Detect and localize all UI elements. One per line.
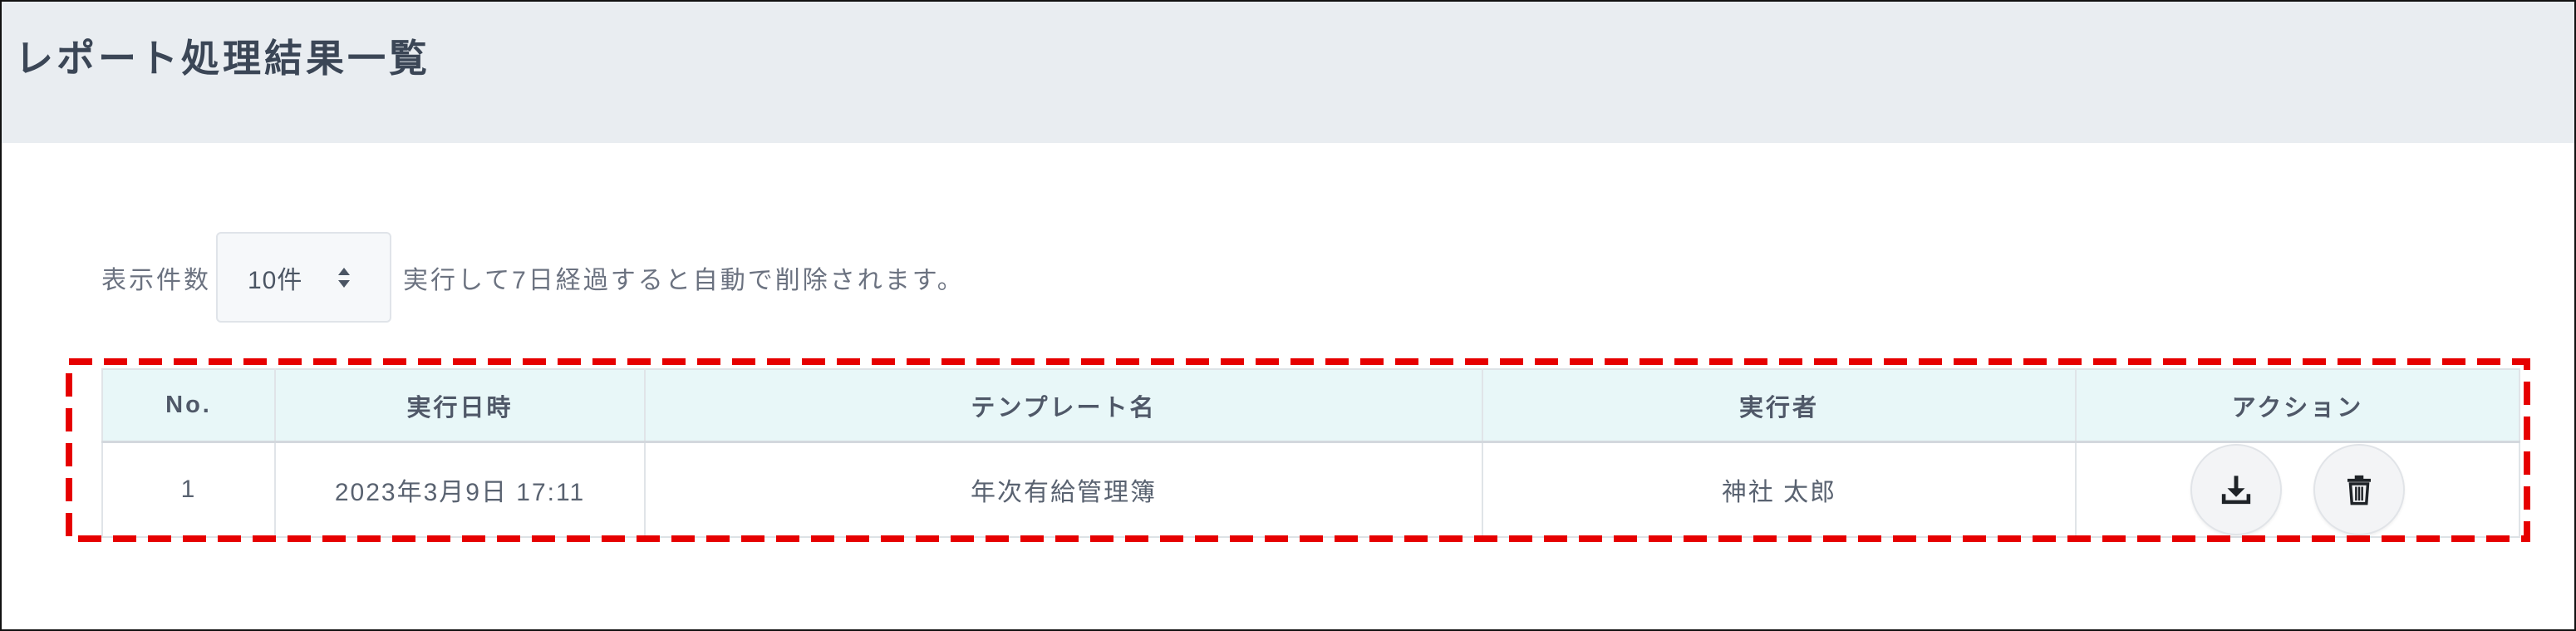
row-actions (2077, 444, 2519, 535)
results-table: No. 実行日時 テンプレート名 実行者 アクション 1 2023年3月9日 1… (101, 368, 2520, 538)
table-row: 1 2023年3月9日 17:11 年次有給管理簿 神社 太郎 (101, 441, 2520, 537)
list-controls: 表示件数 10件 実行して7日経過すると自動で削除されます。 (101, 232, 965, 323)
column-header-actions: アクション (2075, 369, 2520, 443)
cell-executor: 神社 太郎 (1482, 441, 2077, 537)
auto-delete-note: 実行して7日経過すると自動で削除されます。 (403, 266, 965, 294)
table-header: No. 実行日時 テンプレート名 実行者 アクション (101, 369, 2520, 443)
delete-button[interactable] (2313, 444, 2405, 535)
sort-arrows-icon (336, 265, 352, 290)
display-count-value: 10件 (248, 266, 303, 294)
display-count-label: 表示件数 (101, 266, 211, 294)
trash-icon (2342, 472, 2377, 507)
table-header-row: No. 実行日時 テンプレート名 実行者 アクション (101, 369, 2520, 443)
cell-no: 1 (101, 441, 276, 537)
page-header: レポート処理結果一覧 (2, 2, 2574, 143)
column-header-executor: 実行者 (1482, 369, 2077, 443)
cell-executed-at: 2023年3月9日 17:11 (274, 441, 646, 537)
column-header-no: No. (101, 369, 276, 443)
display-count-select[interactable]: 10件 (216, 232, 391, 323)
page-title: レポート処理結果一覧 (15, 37, 430, 80)
app-window: レポート処理結果一覧 表示件数 10件 実行して7日経過すると自動で削除されます… (0, 0, 2576, 631)
table-body: 1 2023年3月9日 17:11 年次有給管理簿 神社 太郎 (101, 441, 2520, 537)
cell-actions (2075, 441, 2520, 537)
column-header-executed-at: 実行日時 (274, 369, 646, 443)
cell-template: 年次有給管理簿 (644, 441, 1483, 537)
download-button[interactable] (2190, 444, 2282, 535)
download-icon (2219, 472, 2254, 507)
column-header-template: テンプレート名 (644, 369, 1483, 443)
